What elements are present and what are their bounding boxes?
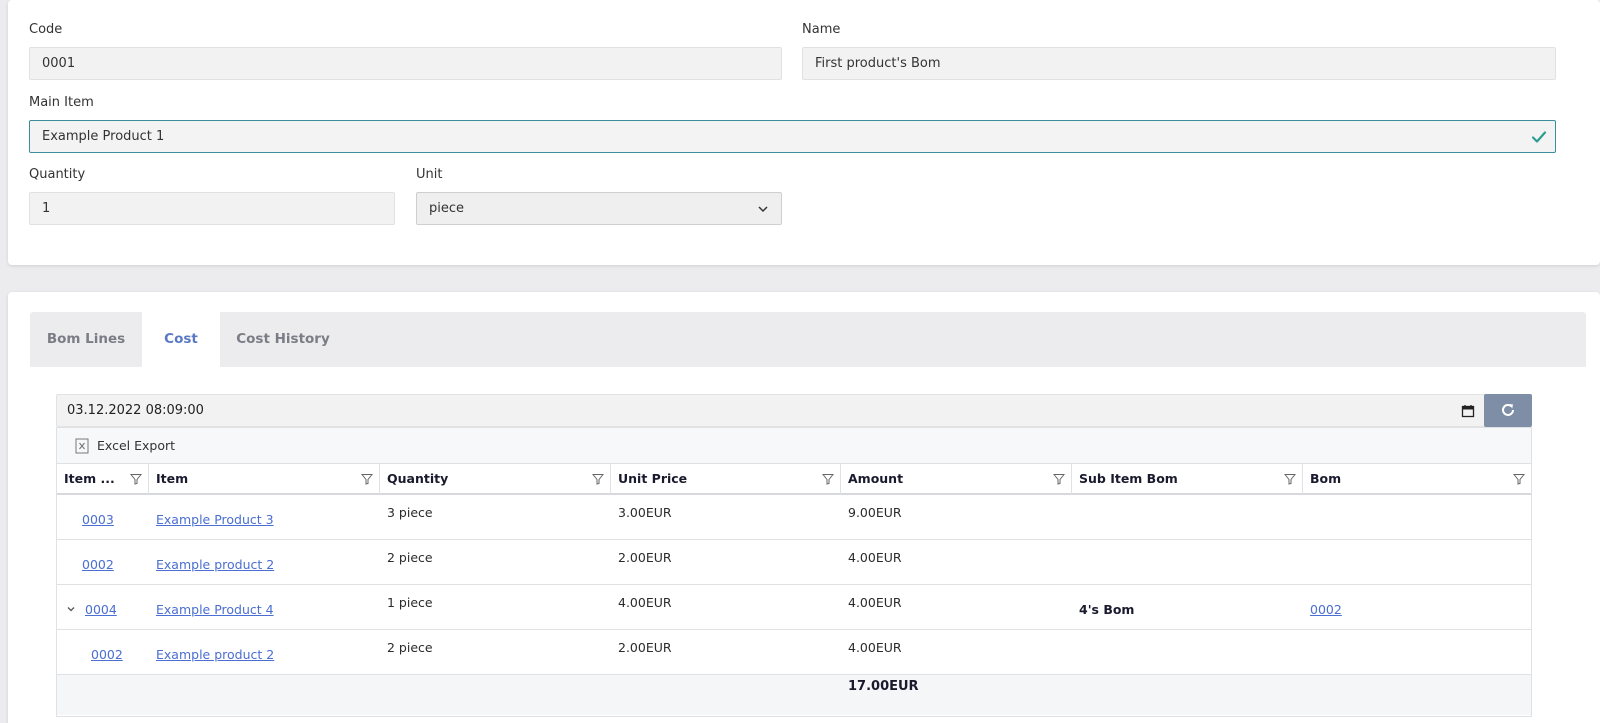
name-field[interactable]: First product's Bom xyxy=(802,47,1556,80)
unit-price-cell: 2.00EUR xyxy=(618,550,672,565)
datetime-input[interactable]: 03.12.2022 08:09:00 xyxy=(56,394,1486,427)
table-row-child[interactable]: 0002 Example product 2 2 piece 2.00EUR 4… xyxy=(57,630,1531,675)
code-field[interactable]: 0001 xyxy=(29,47,782,80)
excel-file-icon xyxy=(75,438,89,454)
unit-price-cell: 2.00EUR xyxy=(618,640,672,655)
grid-toolbar: Excel Export xyxy=(57,428,1531,464)
unit-value: piece xyxy=(429,201,465,216)
amount-cell: 4.00EUR xyxy=(848,550,902,565)
amount-cell: 9.00EUR xyxy=(848,505,902,520)
tab-bom-lines[interactable]: Bom Lines xyxy=(30,312,142,367)
tab-bar: Bom Lines Cost Cost History xyxy=(30,312,1586,367)
item-code-link[interactable]: 0002 xyxy=(91,647,123,662)
filter-icon[interactable] xyxy=(1284,473,1296,485)
column-header-bom[interactable]: Bom xyxy=(1303,464,1531,495)
table-row-expanded[interactable]: 0004 Example Product 4 1 piece 4.00EUR 4… xyxy=(57,585,1531,630)
filter-icon[interactable] xyxy=(822,473,834,485)
column-header-label: Sub Item Bom xyxy=(1079,471,1178,486)
column-header-sub-item-bom[interactable]: Sub Item Bom xyxy=(1072,464,1303,495)
filter-icon[interactable] xyxy=(130,473,142,485)
item-code-link[interactable]: 0003 xyxy=(82,512,114,527)
code-label: Code xyxy=(29,22,63,37)
filter-icon[interactable] xyxy=(1053,473,1065,485)
filter-icon[interactable] xyxy=(1513,473,1525,485)
unit-label: Unit xyxy=(416,167,443,182)
tab-cost-history[interactable]: Cost History xyxy=(220,312,346,367)
name-label: Name xyxy=(802,22,841,37)
quantity-label: Quantity xyxy=(29,167,86,182)
refresh-icon xyxy=(1502,403,1514,416)
check-icon xyxy=(1531,131,1547,143)
tab-cost[interactable]: Cost xyxy=(142,312,220,367)
filter-icon[interactable] xyxy=(592,473,604,485)
item-code-link[interactable]: 0004 xyxy=(85,602,117,617)
bom-link[interactable]: 0002 xyxy=(1310,602,1342,617)
column-header-item[interactable]: Item xyxy=(149,464,380,495)
column-header-label: Bom xyxy=(1310,471,1342,486)
column-header-unit-price[interactable]: Unit Price xyxy=(611,464,841,495)
item-link[interactable]: Example product 2 xyxy=(156,647,274,662)
chevron-down-icon[interactable] xyxy=(66,604,76,614)
filter-icon[interactable] xyxy=(361,473,373,485)
quantity-field[interactable]: 1 xyxy=(29,192,395,225)
column-header-quantity[interactable]: Quantity xyxy=(380,464,611,495)
unit-price-cell: 3.00EUR xyxy=(618,505,672,520)
column-header-label: Amount xyxy=(848,471,904,486)
quantity-cell: 3 piece xyxy=(387,505,433,520)
column-header-amount[interactable]: Amount xyxy=(841,464,1072,495)
column-header-item-code[interactable]: Item ... xyxy=(57,464,149,495)
column-header-label: Quantity xyxy=(387,471,449,486)
item-link[interactable]: Example product 2 xyxy=(156,557,274,572)
main-item-value: Example Product 1 xyxy=(42,129,165,144)
summary-row: 17.00EUR xyxy=(57,675,1531,715)
column-header-label: Unit Price xyxy=(618,471,688,486)
table-row[interactable]: 0003 Example Product 3 3 piece 3.00EUR 9… xyxy=(57,495,1531,540)
calendar-icon[interactable] xyxy=(1461,404,1475,418)
refresh-button[interactable] xyxy=(1484,394,1532,427)
chevron-down-icon xyxy=(758,206,768,213)
column-header-label: Item ... xyxy=(64,471,115,486)
unit-select[interactable]: piece xyxy=(416,192,782,225)
unit-price-cell: 4.00EUR xyxy=(618,595,672,610)
quantity-cell: 1 piece xyxy=(387,595,433,610)
total-amount: 17.00EUR xyxy=(848,679,919,694)
amount-cell: 4.00EUR xyxy=(848,595,902,610)
excel-export-button[interactable]: Excel Export xyxy=(75,437,175,455)
quantity-cell: 2 piece xyxy=(387,640,433,655)
item-link[interactable]: Example Product 4 xyxy=(156,602,274,617)
sub-item-bom-cell: 4's Bom xyxy=(1079,602,1135,617)
cost-grid: Excel Export Item ... Item Quantity Unit… xyxy=(56,427,1532,717)
item-code-link[interactable]: 0002 xyxy=(82,557,114,572)
datetime-value: 03.12.2022 08:09:00 xyxy=(67,403,204,418)
item-link[interactable]: Example Product 3 xyxy=(156,512,274,527)
table-row[interactable]: 0002 Example product 2 2 piece 2.00EUR 4… xyxy=(57,540,1531,585)
column-header-label: Item xyxy=(156,471,189,486)
bom-form-card: Code 0001 Name First product's Bom Main … xyxy=(8,0,1600,265)
main-item-label: Main Item xyxy=(29,95,94,110)
amount-cell: 4.00EUR xyxy=(848,640,902,655)
cost-card: Bom Lines Cost Cost History 03.12.2022 0… xyxy=(8,292,1600,723)
quantity-cell: 2 piece xyxy=(387,550,433,565)
main-item-field[interactable]: Example Product 1 xyxy=(29,120,1556,153)
excel-export-label: Excel Export xyxy=(97,438,176,453)
